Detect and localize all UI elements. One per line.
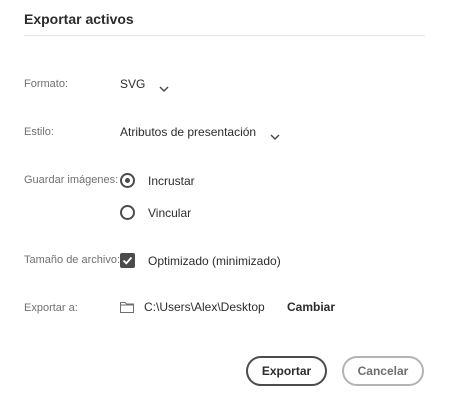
format-label: Formato: [24, 78, 69, 90]
style-label: Estilo: [24, 126, 54, 138]
dialog-title: Exportar activos [24, 11, 134, 27]
save-images-label: Guardar imágenes: [24, 174, 119, 186]
optimize-checkbox[interactable] [120, 253, 135, 268]
folder-icon [120, 302, 134, 313]
optimize-label: Optimizado (minimizado) [148, 253, 281, 268]
style-dropdown[interactable]: Atributos de presentación [120, 125, 280, 141]
export-assets-dialog: Exportar activos Formato: SVG Estilo: At… [0, 0, 450, 415]
radio-embed-label: Incrustar [148, 173, 195, 188]
style-value: Atributos de presentación [120, 125, 257, 139]
title-divider [24, 35, 425, 36]
radio-embed[interactable]: Incrustar [120, 173, 195, 188]
radio-link[interactable]: Vincular [120, 205, 191, 220]
radio-embed-control[interactable] [120, 173, 135, 188]
checkmark-icon [122, 256, 133, 265]
export-path-text: C:\Users\Alex\Desktop [144, 300, 265, 314]
cancel-button[interactable]: Cancelar [342, 356, 424, 386]
export-to-label: Exportar a: [24, 302, 78, 314]
optimize-checkbox-row[interactable]: Optimizado (minimizado) [120, 253, 281, 268]
format-value: SVG [120, 77, 146, 91]
export-button[interactable]: Exportar [246, 356, 327, 386]
change-folder-button[interactable]: Cambiar [287, 300, 335, 314]
chevron-down-icon [270, 128, 280, 141]
radio-link-label: Vincular [148, 205, 192, 220]
format-dropdown[interactable]: SVG [120, 77, 169, 93]
file-size-label: Tamaño de archivo: [24, 254, 120, 266]
radio-link-control[interactable] [120, 205, 135, 220]
chevron-down-icon [159, 80, 169, 93]
export-path: C:\Users\Alex\Desktop [120, 300, 265, 314]
